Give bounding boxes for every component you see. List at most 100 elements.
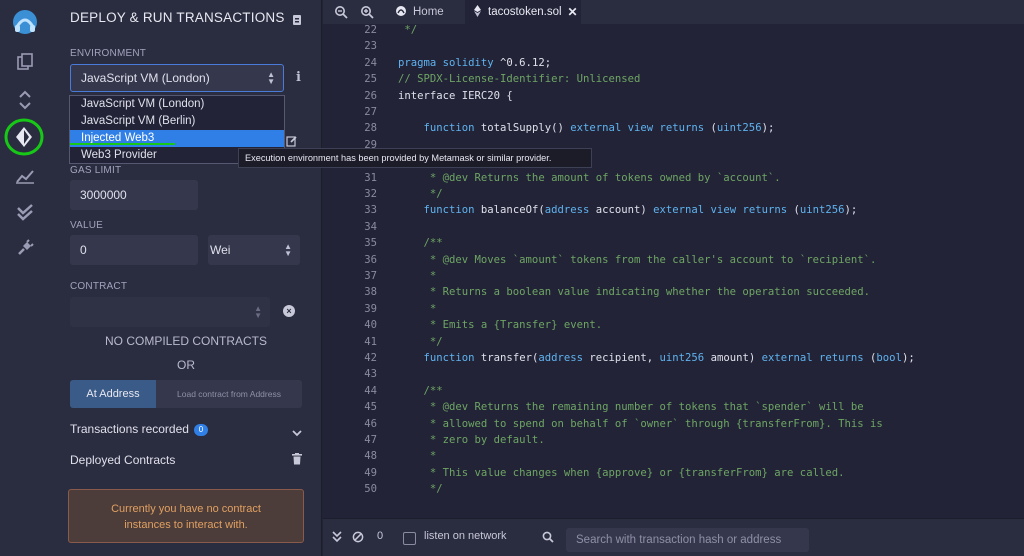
editor-tab-bar: Home tacostoken.sol ✕ (323, 0, 1024, 24)
zoom-in-icon[interactable] (360, 5, 374, 24)
contract-select[interactable]: ▲ ▼ (70, 297, 270, 327)
pin-icon[interactable] (292, 13, 302, 31)
transactions-count-badge: 0 (193, 424, 208, 436)
contract-label: CONTRACT (70, 281, 128, 292)
value-unit-selected: Wei (210, 243, 231, 257)
line-number: 38 (364, 286, 377, 299)
line-number: 50 (364, 483, 377, 496)
file-explorer-icon[interactable] (0, 44, 50, 80)
close-icon[interactable]: ✕ (568, 5, 578, 19)
line-number: 31 (364, 171, 377, 184)
code-token: * @dev Moves `amount` tokens from the ca… (398, 253, 877, 266)
code-token: ); (844, 204, 858, 217)
select-arrows-icon: ▲ ▼ (267, 70, 275, 86)
plugin-manager-icon[interactable] (0, 230, 50, 266)
panel-title: DEPLOY & RUN TRANSACTIONS (70, 10, 285, 25)
code-line: pragma solidity ^0.6.12; (398, 55, 551, 71)
select-arrows-icon: ▲ ▼ (284, 242, 292, 258)
code-line: * @dev Moves `amount` tokens from the ca… (398, 252, 876, 268)
code-line: /** (398, 235, 443, 251)
line-number: 34 (364, 220, 377, 233)
line-number: 23 (364, 40, 377, 53)
listen-on-network-checkbox[interactable] (403, 532, 416, 545)
code-token: function (423, 122, 475, 135)
transactions-recorded-label: Transactions recorded (70, 422, 189, 436)
code-token: uint256 (799, 204, 845, 217)
clear-console-icon[interactable] (352, 531, 364, 546)
icon-rail (0, 0, 50, 556)
line-number: 35 (364, 237, 377, 250)
code-line: */ (398, 24, 417, 38)
environment-option[interactable]: JavaScript VM (Berlin) (70, 113, 284, 130)
code-line: // SPDX-License-Identifier: Unlicensed (398, 71, 640, 87)
no-instances-line-2: instances to interact with. (124, 519, 248, 531)
code-token: external view returns (570, 122, 705, 135)
code-token: balanceOf( (474, 204, 545, 217)
value-input[interactable]: 0 (70, 235, 198, 265)
code-token: * (398, 270, 437, 282)
zoom-out-icon[interactable] (334, 5, 348, 24)
gas-limit-label: GAS LIMIT (70, 165, 122, 176)
no-instances-line-1: Currently you have no contract (111, 503, 261, 515)
line-number: 44 (364, 384, 377, 397)
trash-icon[interactable] (292, 452, 302, 470)
line-number: 47 (364, 434, 377, 446)
info-icon[interactable]: i (296, 70, 301, 85)
code-token: totalSupply() (474, 122, 571, 135)
line-number: 49 (364, 466, 377, 479)
code-line: * allowed to spend on behalf of `owner` … (398, 416, 883, 432)
code-token: transfer( (474, 352, 539, 364)
environment-label: ENVIRONMENT (70, 48, 147, 59)
verify-icon[interactable] (0, 194, 50, 230)
line-number: 36 (364, 253, 377, 266)
code-line: * @dev Returns the amount of tokens owne… (398, 170, 781, 186)
code-token: */ (398, 24, 418, 36)
code-token: * allowed to spend on behalf of `owner` … (398, 417, 883, 430)
code-token: */ (398, 483, 443, 496)
select-arrows-icon: ▲ ▼ (254, 304, 262, 320)
environment-option[interactable]: JavaScript VM (London) (70, 96, 284, 113)
line-number: 40 (364, 319, 377, 332)
line-number: 25 (364, 73, 377, 86)
value-label: VALUE (70, 220, 104, 231)
listen-on-network-label: listen on network (424, 530, 507, 542)
search-icon (542, 531, 554, 546)
line-number: 43 (364, 368, 377, 381)
load-contract-address-input[interactable]: Load contract from Address (156, 380, 302, 408)
code-token: ( (787, 204, 800, 217)
analysis-icon[interactable] (0, 158, 50, 194)
code-token: address (544, 204, 590, 217)
code-line: /** (398, 383, 443, 399)
tab-home[interactable]: Home (389, 0, 461, 24)
code-token: * Emits a {Transfer} event. (398, 319, 603, 332)
code-line: interface IERC20 { (398, 88, 513, 104)
environment-selected-value: JavaScript VM (London) (81, 71, 210, 85)
remix-logo-icon[interactable] (0, 2, 50, 42)
code-token: pragma solidity (398, 56, 494, 69)
gas-limit-input[interactable]: 3000000 (70, 180, 198, 210)
line-number: 24 (364, 56, 377, 69)
deploy-run-icon[interactable] (0, 117, 50, 157)
transaction-search-input[interactable] (566, 528, 809, 552)
code-token: address (538, 352, 583, 364)
code-line: function balanceOf(address account) exte… (398, 202, 858, 218)
environment-select[interactable]: JavaScript VM (London) ▲ ▼ (70, 64, 284, 92)
code-line: * Emits a {Transfer} event. (398, 317, 602, 333)
double-chevron-down-icon[interactable] (332, 531, 342, 546)
transactions-recorded-row[interactable]: Transactions recorded 0 (70, 422, 208, 436)
code-editor[interactable]: 22 */ 23 24 pragma solidity ^0.6.12; 25 // SP… (323, 24, 1024, 498)
code-token: external returns (761, 352, 864, 364)
code-line: * (398, 268, 436, 284)
remix-ide: DEPLOY & RUN TRANSACTIONS ENVIRONMENT Ja… (0, 0, 1024, 556)
value-unit-select[interactable]: Wei ▲ ▼ (208, 235, 300, 265)
chevron-down-icon[interactable] (292, 424, 302, 442)
annotation-underline (70, 143, 175, 145)
solidity-compiler-icon[interactable] (0, 82, 50, 118)
code-token: ( (863, 352, 877, 364)
code-line: function transfer(address recipient, uin… (398, 350, 915, 366)
clear-contract-icon[interactable]: × (283, 305, 295, 317)
tab-tacostoken[interactable]: tacostoken.sol ✕ (465, 0, 581, 24)
at-address-button[interactable]: At Address (70, 380, 156, 408)
